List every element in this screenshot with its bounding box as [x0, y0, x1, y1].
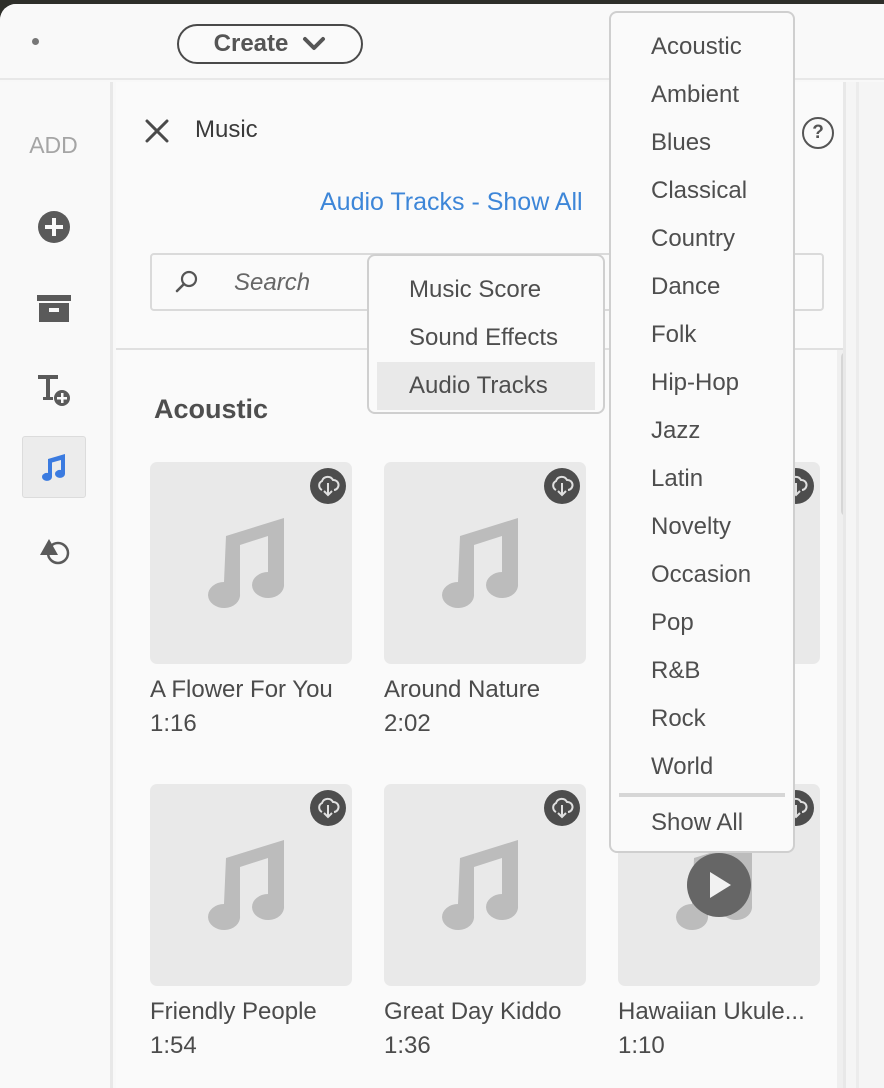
track-thumbnail[interactable] [384, 784, 586, 986]
track-duration: 1:36 [384, 1032, 431, 1059]
text-add-icon [38, 375, 70, 406]
track-duration: 2:02 [384, 710, 431, 737]
genre-item-hip-hop[interactable]: Hip-Hop [611, 359, 793, 407]
genre-item-r-b[interactable]: R&B [611, 647, 793, 695]
sidebar-item-shapes[interactable] [22, 518, 86, 580]
genre-item-world[interactable]: World [611, 743, 793, 791]
search-icon [175, 270, 198, 293]
music-note-placeholder-icon [442, 518, 519, 608]
genre-item-show-all[interactable]: Show All [611, 797, 793, 849]
sidebar-item-add-text[interactable] [22, 358, 86, 420]
track-thumbnail[interactable] [384, 462, 586, 664]
track-title: A Flower For You [150, 676, 333, 703]
menu-item-music-score[interactable]: Music Score [377, 266, 595, 314]
close-icon[interactable] [144, 118, 170, 144]
create-button[interactable]: Create [177, 24, 363, 64]
genre-item-rock[interactable]: Rock [611, 695, 793, 743]
track-card[interactable]: Around Nature 2:02 [384, 462, 586, 738]
genre-item-blues[interactable]: Blues [611, 119, 793, 167]
menu-item-audio-tracks[interactable]: Audio Tracks [377, 362, 595, 410]
help-icon[interactable]: ? [802, 117, 834, 149]
genre-item-latin[interactable]: Latin [611, 455, 793, 503]
right-panel-edge [843, 82, 884, 1088]
panel-title: Music [195, 116, 258, 143]
genre-item-acoustic[interactable]: Acoustic [611, 23, 793, 71]
archive-box-icon [37, 295, 71, 322]
cloud-download-icon[interactable] [544, 790, 580, 826]
music-note-icon [42, 454, 65, 481]
audio-type-menu: Music Score Sound Effects Audio Tracks [367, 254, 605, 414]
cloud-download-icon[interactable] [544, 468, 580, 504]
sidebar-item-music[interactable] [22, 436, 86, 498]
genre-item-country[interactable]: Country [611, 215, 793, 263]
play-button[interactable] [687, 853, 751, 917]
genre-menu: Acoustic Ambient Blues Classical Country Danc… [609, 11, 795, 853]
music-note-placeholder-icon [442, 840, 519, 930]
audio-tracks-show-all-link[interactable]: Audio Tracks - Show All [320, 188, 583, 217]
genre-item-folk[interactable]: Folk [611, 311, 793, 359]
track-card[interactable]: A Flower For You 1:16 [150, 462, 352, 738]
track-title: Great Day Kiddo [384, 998, 562, 1025]
music-note-placeholder-icon [208, 840, 285, 930]
track-card[interactable]: Friendly People 1:54 [150, 784, 352, 1060]
track-duration: 1:16 [150, 710, 197, 737]
track-title: Hawaiian Ukule... [618, 998, 805, 1025]
track-duration: 1:54 [150, 1032, 197, 1059]
music-note-placeholder-icon [208, 518, 285, 608]
menu-item-sound-effects[interactable]: Sound Effects [377, 314, 595, 362]
genre-item-jazz[interactable]: Jazz [611, 407, 793, 455]
cloud-download-icon[interactable] [310, 468, 346, 504]
cloud-download-icon[interactable] [310, 790, 346, 826]
create-label: Create [213, 30, 289, 57]
track-thumbnail[interactable] [150, 462, 352, 664]
genre-item-ambient[interactable]: Ambient [611, 71, 793, 119]
plus-circle-icon [38, 211, 70, 243]
shapes-icon [40, 539, 70, 565]
genre-item-pop[interactable]: Pop [611, 599, 793, 647]
help-glyph: ? [812, 122, 824, 143]
genre-item-occasion[interactable]: Occasion [611, 551, 793, 599]
genre-item-classical[interactable]: Classical [611, 167, 793, 215]
app-window: Create ADD Music ? Audio Tracks - Show A… [0, 4, 884, 1088]
track-card[interactable]: Great Day Kiddo 1:36 [384, 784, 586, 1060]
track-thumbnail[interactable] [150, 784, 352, 986]
sidebar-item-archive[interactable] [22, 278, 86, 340]
track-duration: 1:10 [618, 1032, 665, 1059]
genre-item-novelty[interactable]: Novelty [611, 503, 793, 551]
window-dot [32, 38, 39, 45]
sidebar-heading: ADD [29, 132, 78, 158]
track-title: Friendly People [150, 998, 317, 1025]
section-title: Acoustic [154, 394, 269, 424]
play-icon [710, 872, 731, 898]
chevron-down-icon [303, 37, 326, 50]
track-title: Around Nature [384, 676, 541, 703]
sidebar-item-add-media[interactable] [22, 196, 86, 258]
sidebar: ADD [0, 82, 113, 1088]
genre-item-dance[interactable]: Dance [611, 263, 793, 311]
